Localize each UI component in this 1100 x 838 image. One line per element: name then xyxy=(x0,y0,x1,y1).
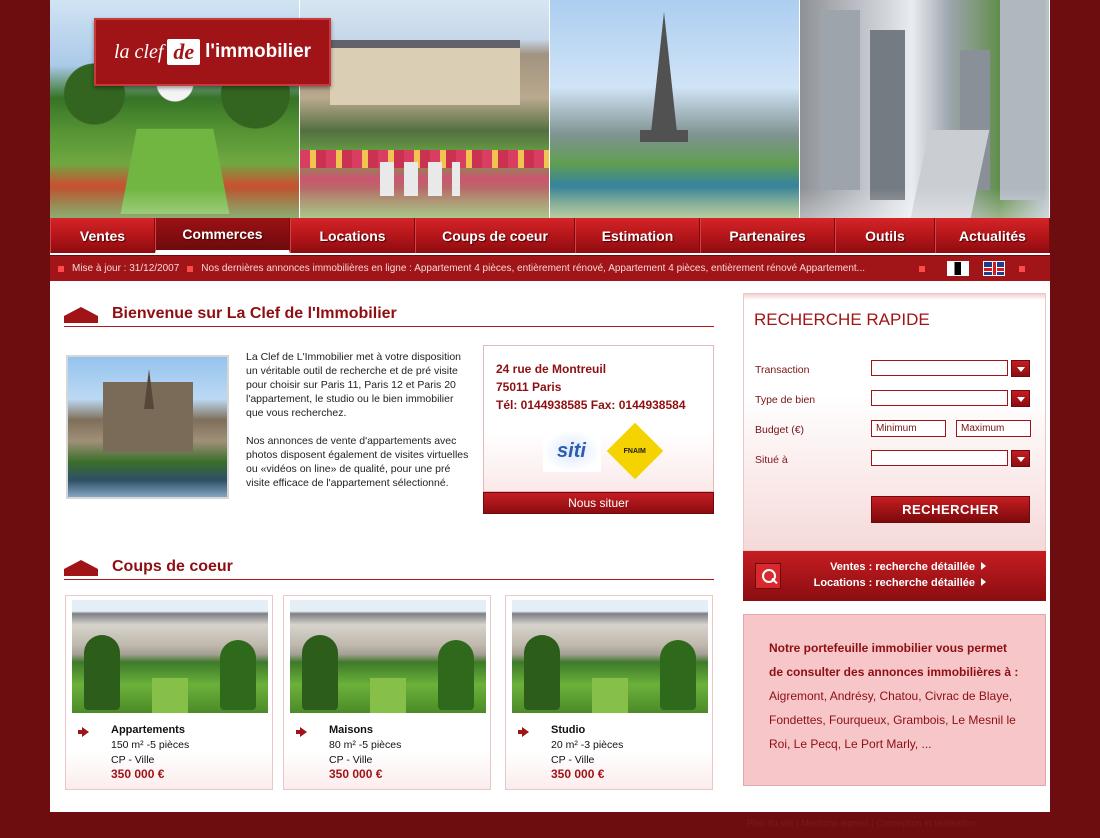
property-card[interactable]: Studio 20 m² -3 pièces CP - Ville 350 00… xyxy=(505,595,713,790)
property-type[interactable]: Maisons xyxy=(329,724,373,736)
property-price: 350 000 € xyxy=(111,767,165,781)
notre-dame-photo xyxy=(66,355,229,499)
bullet-icon xyxy=(919,265,926,272)
property-photo[interactable] xyxy=(290,600,486,713)
luxembourg-palace-photo xyxy=(300,0,550,218)
property-location: CP - Ville xyxy=(551,754,595,766)
location-select[interactable] xyxy=(871,450,1008,466)
quick-search-panel: RECHERCHE RAPIDE Transaction Type de bie… xyxy=(743,293,1046,551)
logo-la: la clef xyxy=(113,40,164,63)
favorites-title: Coups de coeur xyxy=(112,558,233,575)
nav-coups-de-coeur[interactable]: Coups de coeur xyxy=(415,218,575,253)
fnaim-logo[interactable]: FNAIM xyxy=(606,422,663,480)
property-description: 80 m² -5 pièces xyxy=(329,739,402,751)
nav-estimation[interactable]: Estimation xyxy=(575,218,700,253)
property-price: 350 000 € xyxy=(551,767,605,781)
ventes-detailed-link[interactable]: Ventes : recherche détaillée xyxy=(801,561,986,573)
update-date: Mise à jour : 31/12/2007 xyxy=(72,263,180,274)
property-location: CP - Ville xyxy=(329,754,373,766)
arrow-bullet-icon xyxy=(518,727,529,737)
budget-max-input[interactable]: Maximum xyxy=(956,420,1031,437)
property-photo[interactable] xyxy=(512,600,708,713)
favorites-section-title: Coups de coeur xyxy=(64,552,714,580)
eiffel-tower-photo xyxy=(550,0,800,218)
nav-ventes[interactable]: Ventes xyxy=(50,218,155,253)
location-label: Situé à xyxy=(755,454,788,466)
chevron-down-icon[interactable] xyxy=(1011,390,1030,407)
portfolio-intro: Notre portefeuille immobilier vous perme… xyxy=(769,641,1019,679)
house-icon xyxy=(64,307,98,323)
budget-label: Budget (€) xyxy=(755,424,805,436)
bullet-icon xyxy=(1019,265,1026,272)
nav-outils[interactable]: Outils xyxy=(835,218,935,253)
nav-actualites[interactable]: Actualités xyxy=(935,218,1050,253)
siti-logo[interactable]: siti xyxy=(542,430,601,472)
logo-de: de xyxy=(167,39,201,65)
portfolio-cities[interactable]: Aigremont, Andrésy, Chatou, Civrac de Bl… xyxy=(769,684,1023,756)
header-banner: la clef de l'immobilier xyxy=(50,0,1050,218)
transaction-select[interactable] xyxy=(871,360,1008,376)
site-logo[interactable]: la clef de l'immobilier xyxy=(94,18,331,86)
nous-situer-button[interactable]: Nous situer xyxy=(483,492,714,514)
detailed-search-box: Ventes : recherche détaillée Locations :… xyxy=(743,551,1046,601)
chevron-down-icon[interactable] xyxy=(1011,360,1030,377)
search-title: RECHERCHE RAPIDE xyxy=(754,310,930,329)
nav-locations[interactable]: Locations xyxy=(290,218,415,253)
property-type[interactable]: Studio xyxy=(551,724,585,736)
contact-street: 24 rue de Montreuil xyxy=(496,362,607,376)
welcome-section-title: Bienvenue sur La Clef de l'Immobilier xyxy=(64,299,714,327)
main-nav: Ventes Commerces Locations Coups de coeu… xyxy=(50,218,1050,253)
arrow-bullet-icon xyxy=(296,727,307,737)
partner-logos: siti FNAIM xyxy=(484,422,713,480)
property-photo[interactable] xyxy=(72,600,268,713)
locations-detailed-link[interactable]: Locations : recherche détaillée xyxy=(801,577,986,589)
footer-links[interactable]: Plan du site | Mentions légales | Concep… xyxy=(747,818,975,828)
contact-city: 75011 Paris xyxy=(496,380,562,394)
contact-box: 24 rue de Montreuil 75011 Paris Tél: 014… xyxy=(483,345,714,492)
nav-partenaires[interactable]: Partenaires xyxy=(700,218,835,253)
french-flag-icon[interactable] xyxy=(947,261,970,276)
ticker-news[interactable]: Nos dernières annonces immobilières en l… xyxy=(201,263,911,274)
logo-immobilier: l'immobilier xyxy=(205,41,312,62)
type-select[interactable] xyxy=(871,390,1008,406)
transaction-label: Transaction xyxy=(755,364,810,376)
portfolio-box: Notre portefeuille immobilier vous perme… xyxy=(743,614,1046,786)
welcome-title: Bienvenue sur La Clef de l'Immobilier xyxy=(112,305,397,322)
property-card[interactable]: Appartements 150 m² -5 pièces CP - Ville… xyxy=(65,595,273,790)
search-icon[interactable] xyxy=(755,563,781,589)
property-type[interactable]: Appartements xyxy=(111,724,185,736)
page-container: la clef de l'immobilier Ventes Commerces… xyxy=(50,0,1050,812)
welcome-paragraph-2: Nos annonces de vente d'appartements ave… xyxy=(246,435,469,489)
property-card[interactable]: Maisons 80 m² -5 pièces CP - Ville 350 0… xyxy=(283,595,491,790)
contact-phone: Tél: 0144938585 Fax: 0144938584 xyxy=(496,398,686,412)
property-location: CP - Ville xyxy=(111,754,155,766)
arrow-bullet-icon xyxy=(78,727,89,737)
welcome-text: La Clef de L'Immobilier met à votre disp… xyxy=(246,350,471,504)
bullet-icon xyxy=(58,265,64,272)
nav-commerces[interactable]: Commerces xyxy=(155,218,290,253)
bullet-icon xyxy=(187,265,194,272)
uk-flag-icon[interactable] xyxy=(983,261,1006,276)
property-price: 350 000 € xyxy=(329,767,383,781)
search-button[interactable]: RECHERCHER xyxy=(871,496,1030,523)
welcome-paragraph-1: La Clef de L'Immobilier met à votre disp… xyxy=(246,351,462,419)
city-street-photo xyxy=(800,0,1050,218)
property-description: 20 m² -3 pièces xyxy=(551,739,624,751)
house-icon xyxy=(64,560,98,576)
chevron-down-icon[interactable] xyxy=(1011,450,1030,467)
news-ticker: Mise à jour : 31/12/2007 Nos dernières a… xyxy=(50,255,1050,281)
budget-min-input[interactable]: Minimum xyxy=(871,420,946,437)
type-label: Type de bien xyxy=(755,394,816,406)
property-description: 150 m² -5 pièces xyxy=(111,739,190,751)
